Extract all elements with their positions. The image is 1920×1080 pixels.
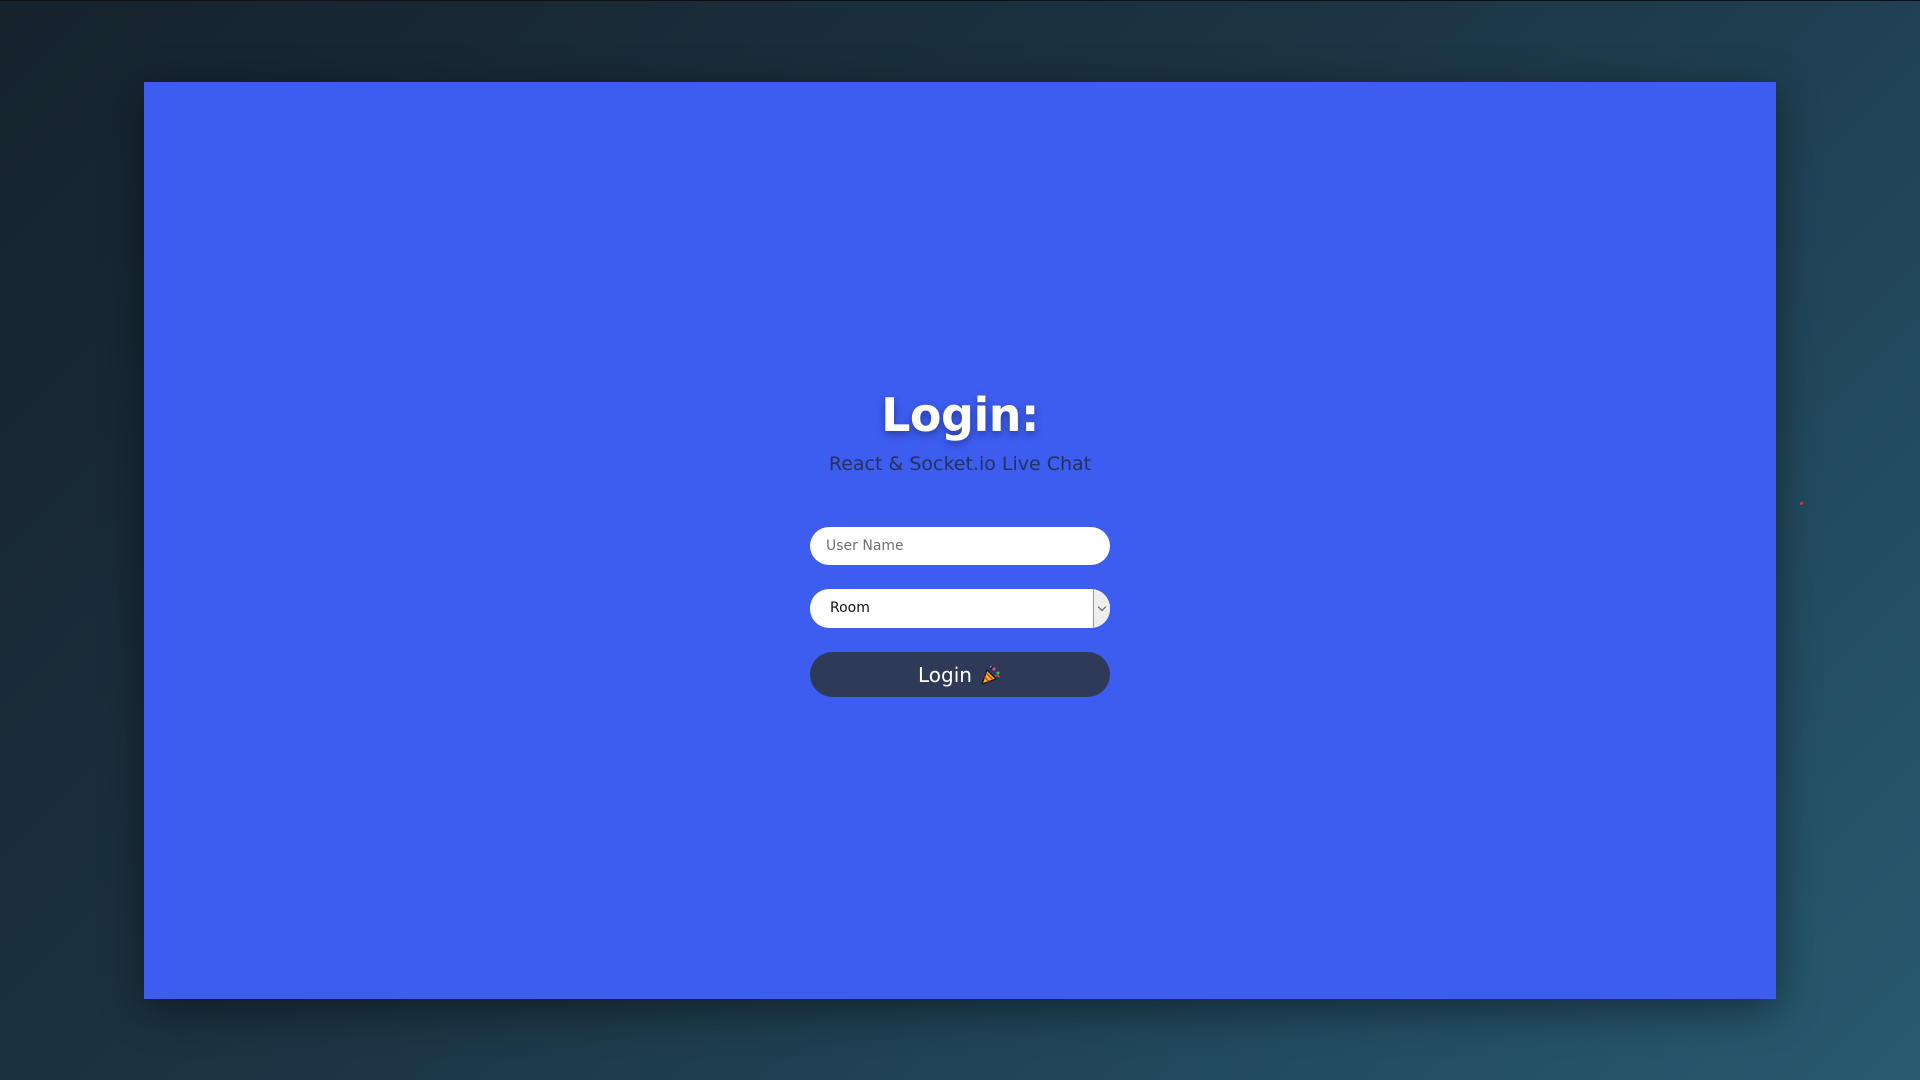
login-panel: Login: React & Socket.io Live Chat Room … <box>810 387 1110 697</box>
screen-top-edge <box>0 0 1920 1</box>
room-select[interactable]: Room <box>810 589 1110 628</box>
page-subtitle: React & Socket.io Live Chat <box>828 453 1092 475</box>
chevron-down-icon <box>1097 602 1107 612</box>
room-select-value: Room <box>830 600 870 616</box>
room-select-arrow[interactable] <box>1093 589 1110 628</box>
username-input[interactable] <box>810 527 1110 565</box>
login-button-label: Login <box>918 662 972 687</box>
cursor-dot <box>1800 502 1803 505</box>
party-popper-icon <box>980 664 1002 686</box>
app-window: Login: React & Socket.io Live Chat Room … <box>144 82 1776 999</box>
login-button[interactable]: Login <box>810 652 1110 697</box>
page-title: Login: <box>881 388 1039 442</box>
